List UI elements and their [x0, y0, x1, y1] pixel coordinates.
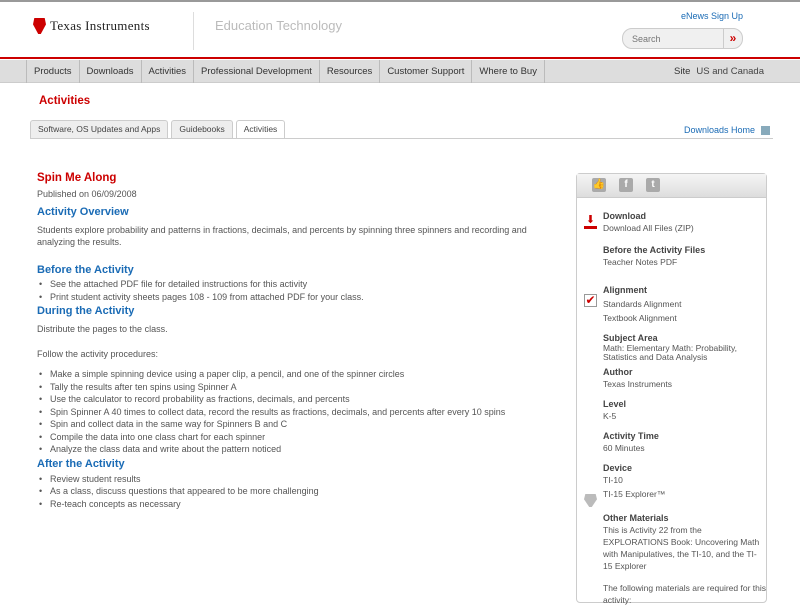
like-icon[interactable]: 👍 — [592, 178, 606, 192]
device-heading: Device — [603, 463, 633, 473]
level-value: K-5 — [603, 411, 617, 421]
materials-value: This is Activity 22 from the EXPLORATION… — [603, 525, 760, 571]
activity-sidebar: 👍 f t ⬇ Download Download All Files (ZIP… — [576, 173, 767, 606]
enews-signup-link[interactable]: eNews Sign Up — [681, 11, 743, 21]
search-go-button[interactable]: » — [723, 29, 742, 48]
textbook-alignment-link[interactable]: Textbook Alignment — [603, 312, 766, 324]
list-item: See the attached PDF file for detailed i… — [37, 278, 537, 291]
tab-guidebooks[interactable]: Guidebooks — [171, 120, 233, 138]
nav-products[interactable]: Products — [27, 60, 80, 83]
activity-title: Spin Me Along — [37, 172, 117, 184]
ti-author-icon — [584, 494, 597, 507]
during-heading: During the Activity — [37, 305, 135, 317]
device-value: TI-15 Explorer™ — [603, 489, 666, 499]
site-value[interactable]: US and Canada — [696, 66, 764, 77]
main-nav: Products Downloads Activities Profession… — [0, 60, 800, 83]
activity-content: Spin Me Along Published on 06/09/2008 Ac… — [37, 172, 537, 512]
download-heading: Download — [603, 211, 646, 221]
divider — [193, 12, 194, 50]
time-value: 60 Minutes — [603, 443, 645, 453]
list-item: Print student activity sheets pages 108 … — [37, 291, 537, 304]
alignment-section: ✔ Alignment Standards Alignment Textbook… — [577, 284, 766, 606]
search-input[interactable] — [623, 29, 723, 48]
before-list: See the attached PDF file for detailed i… — [37, 278, 537, 303]
ti-logo[interactable]: Texas Instruments — [33, 18, 150, 34]
site-label: Site — [674, 66, 691, 77]
materials-note: The following materials are required for… — [603, 583, 766, 605]
search-box: » — [622, 28, 743, 49]
nav-activities[interactable]: Activities — [142, 60, 194, 83]
red-divider — [0, 57, 800, 59]
alignment-heading: Alignment — [603, 285, 647, 295]
site-selector[interactable]: Site US and Canada — [674, 60, 764, 83]
list-item: As a class, discuss questions that appea… — [37, 485, 537, 498]
downloads-home-link[interactable]: Downloads Home — [683, 125, 770, 136]
materials-heading: Other Materials — [603, 513, 669, 523]
tab-software[interactable]: Software, OS Updates and Apps — [30, 120, 169, 138]
download-all-link[interactable]: Download All Files (ZIP) — [603, 223, 694, 233]
during-text: Follow the activity procedures: — [37, 349, 159, 359]
author-link[interactable]: Texas Instruments — [603, 379, 672, 389]
list-item: Use the calculator to record probability… — [37, 393, 537, 406]
list-item: Spin Spinner A 40 times to collect data,… — [37, 406, 537, 419]
level-heading: Level — [603, 399, 627, 409]
published-date: Published on 06/09/2008 — [37, 189, 137, 199]
list-item: Analyze the class data and write about t… — [37, 443, 537, 456]
list-item: Spin and collect data in the same way fo… — [37, 418, 537, 431]
facebook-icon[interactable]: f — [619, 178, 633, 192]
after-heading: After the Activity — [37, 457, 125, 470]
author-heading: Author — [603, 367, 633, 377]
social-bar: 👍 f t — [577, 174, 766, 198]
tabs: Software, OS Updates and Apps Guidebooks… — [30, 120, 286, 139]
list-item: Re-teach concepts as necessary — [37, 498, 537, 511]
nav-resources[interactable]: Resources — [320, 60, 381, 83]
tab-underline — [30, 138, 773, 139]
page-heading: Activities — [39, 95, 91, 107]
list-item: Compile the data into one class chart fo… — [37, 431, 537, 444]
list-item: Make a simple spinning device using a pa… — [37, 368, 537, 381]
tab-activities[interactable]: Activities — [235, 120, 286, 139]
downloads-home-label: Downloads Home — [683, 125, 755, 135]
before-files-heading: Before the Activity Files — [603, 245, 706, 255]
overview-heading: Activity Overview — [37, 206, 129, 218]
during-text: Distribute the pages to the class. — [37, 324, 168, 334]
ti-logo-icon — [33, 18, 46, 34]
checkbox-icon: ✔ — [584, 293, 597, 307]
nav-customer-support[interactable]: Customer Support — [380, 60, 473, 83]
top-border — [0, 0, 800, 2]
download-icon: ⬇ — [584, 215, 597, 229]
during-list: Make a simple spinning device using a pa… — [37, 368, 537, 456]
teacher-notes-link[interactable]: Teacher Notes PDF — [603, 257, 677, 267]
twitter-icon[interactable]: t — [646, 178, 660, 192]
before-heading: Before the Activity — [37, 264, 134, 276]
standards-alignment-link[interactable]: Standards Alignment — [603, 298, 766, 310]
section-title: Education Technology — [215, 18, 342, 33]
nav-downloads[interactable]: Downloads — [80, 60, 142, 83]
time-heading: Activity Time — [603, 431, 659, 441]
subject-value: Math: Elementary Math: Probability, Stat… — [603, 343, 738, 362]
overview-text: Students explore probability and pattern… — [37, 225, 527, 247]
after-list: Review student results As a class, discu… — [37, 473, 537, 511]
list-item: Tally the results after ten spins using … — [37, 381, 537, 394]
home-icon — [761, 126, 770, 136]
nav-where-to-buy[interactable]: Where to Buy — [472, 60, 545, 83]
brand-name: Texas Instruments — [50, 18, 150, 33]
list-item: Review student results — [37, 473, 537, 486]
nav-professional-development[interactable]: Professional Development — [194, 60, 320, 83]
device-value: TI-10 — [603, 475, 623, 485]
download-section: ⬇ Download Download All Files (ZIP) Befo… — [577, 210, 766, 268]
